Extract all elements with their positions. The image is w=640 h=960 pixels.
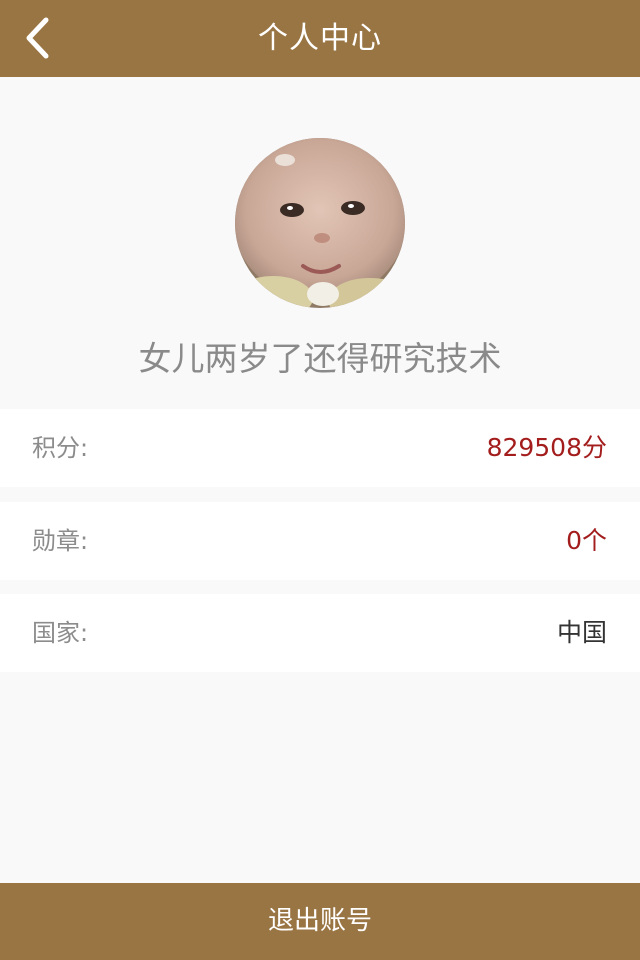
points-row: 积分: 829508分: [0, 409, 640, 487]
country-row: 国家: 中国: [0, 594, 640, 672]
medals-label: 勋章:: [32, 527, 89, 555]
medals-value: 0个: [566, 526, 607, 555]
points-label: 积分:: [32, 434, 89, 462]
points-value: 829508分: [486, 433, 607, 462]
page-title: 个人中心: [258, 21, 382, 56]
country-label: 国家:: [32, 619, 89, 647]
nav-bar: 个人中心: [0, 0, 640, 77]
profile-section: 女儿两岁了还得研究技术: [0, 77, 640, 409]
nickname: 女儿两岁了还得研究技术: [138, 339, 502, 378]
medals-row: 勋章: 0个: [0, 502, 640, 580]
avatar[interactable]: [235, 138, 405, 308]
logout-button[interactable]: 退出账号: [0, 883, 640, 960]
country-value: 中国: [556, 618, 607, 647]
avatar-photo: [235, 138, 405, 308]
